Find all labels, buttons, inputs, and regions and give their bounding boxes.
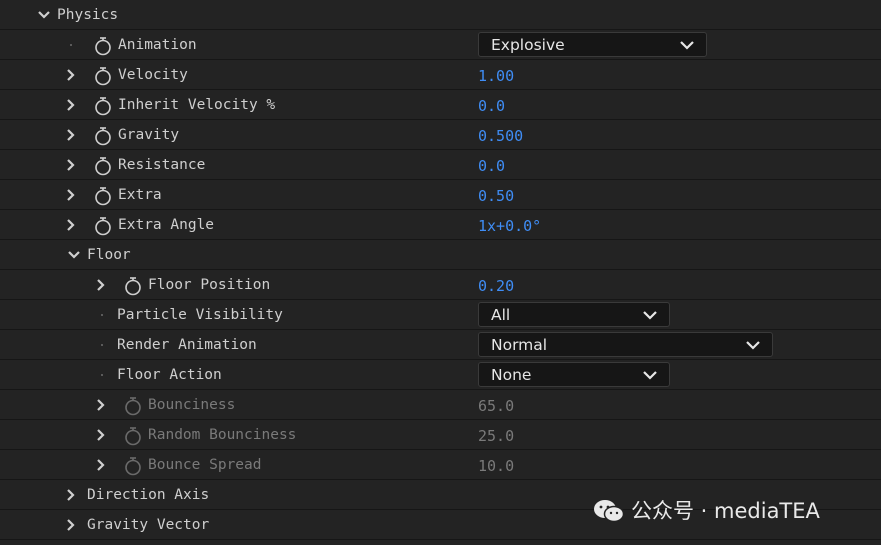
floor-position-value[interactable]: 0.20 [478,276,514,296]
stopwatch-icon[interactable] [94,156,112,176]
bounce-spread-row: Bounce Spread 10.0 [0,450,881,480]
gravity-value[interactable]: 0.500 [478,126,523,146]
render-animation-row: Render Animation Normal [0,330,881,360]
particle-visibility-dropdown-value: All [491,306,511,324]
chevron-down-icon[interactable] [37,8,51,22]
floor-action-row: Floor Action None [0,360,881,390]
render-animation-dropdown[interactable]: Normal [478,332,773,357]
chevron-right-icon[interactable] [64,158,78,172]
animation-dropdown-value: Explosive [491,36,565,54]
chevron-right-icon[interactable] [64,128,78,142]
bounciness-row: Bounciness 65.0 [0,390,881,420]
direction-axis-label: Direction Axis [87,487,210,503]
stopwatch-icon[interactable] [94,216,112,236]
inherit-velocity-row: Inherit Velocity % 0.0 [0,90,881,120]
floor-action-dropdown[interactable]: None [478,362,670,387]
gravity-row: Gravity 0.500 [0,120,881,150]
particle-visibility-dropdown[interactable]: All [478,302,670,327]
stopwatch-icon[interactable] [124,276,142,296]
stopwatch-icon[interactable] [94,96,112,116]
wechat-icon [594,500,625,523]
bounce-spread-value: 10.0 [478,457,515,475]
chevron-right-icon[interactable] [64,518,78,532]
chevron-right-icon[interactable] [64,488,78,502]
bounciness-label: Bounciness [148,397,236,413]
chevron-down-icon[interactable] [67,248,81,262]
physics-section-label: Physics [57,7,119,23]
chevron-right-icon[interactable] [64,68,78,82]
chevron-right-icon[interactable] [64,188,78,202]
chevron-right-icon[interactable] [94,398,108,412]
velocity-value[interactable]: 1.00 [478,66,514,86]
chevron-right-icon[interactable] [64,98,78,112]
floor-action-label: Floor Action [117,367,222,383]
random-bounciness-row: Random Bounciness 25.0 [0,420,881,450]
extra-angle-label: Extra Angle [118,217,215,233]
velocity-label: Velocity [118,67,188,83]
chevron-right-icon[interactable] [64,218,78,232]
chevron-down-icon [746,341,760,350]
floor-section-row[interactable]: Floor [0,240,881,270]
extra-angle-row: Extra Angle 1x+0.0° [0,210,881,240]
velocity-row: Velocity 1.00 [0,60,881,90]
physics-section-row[interactable]: Physics [0,0,881,30]
extra-value[interactable]: 0.50 [478,186,514,206]
resistance-value[interactable]: 0.0 [478,156,505,176]
particle-visibility-row: Particle Visibility All [0,300,881,330]
chevron-right-icon[interactable] [94,278,108,292]
stopwatch-icon[interactable] [94,36,112,56]
watermark-text: 公众号 · mediaTEA [631,499,820,523]
render-animation-dropdown-value: Normal [491,336,548,354]
effect-controls-panel: Physics Animation Explosive Velocity 1.0… [0,0,881,545]
chevron-down-icon [643,371,657,380]
render-animation-label: Render Animation [117,337,257,353]
inherit-velocity-label: Inherit Velocity % [118,97,276,113]
floor-section-label: Floor [87,247,131,263]
bounciness-value: 65.0 [478,397,515,415]
extra-label: Extra [118,187,162,203]
bullet-dot [70,44,72,46]
floor-action-dropdown-value: None [491,366,532,384]
extra-row: Extra 0.50 [0,180,881,210]
chevron-down-icon [643,311,657,320]
floor-position-row: Floor Position 0.20 [0,270,881,300]
animation-label: Animation [118,37,197,53]
stopwatch-icon[interactable] [94,66,112,86]
gravity-label: Gravity [118,127,180,143]
inherit-velocity-value[interactable]: 0.0 [478,96,505,116]
resistance-label: Resistance [118,157,206,173]
stopwatch-icon [124,396,142,416]
bullet-dot [101,344,103,346]
bullet-dot [101,374,103,376]
chevron-down-icon [680,41,694,50]
floor-position-label: Floor Position [148,277,271,293]
extra-angle-value[interactable]: 1x+0.0° [478,216,541,236]
particle-visibility-label: Particle Visibility [117,307,283,323]
random-bounciness-label: Random Bounciness [148,427,297,443]
stopwatch-icon [124,426,142,446]
animation-dropdown[interactable]: Explosive [478,32,707,57]
random-bounciness-value: 25.0 [478,427,515,445]
animation-row: Animation Explosive [0,30,881,60]
chevron-right-icon[interactable] [94,428,108,442]
stopwatch-icon[interactable] [94,186,112,206]
resistance-row: Resistance 0.0 [0,150,881,180]
bounce-spread-label: Bounce Spread [148,457,262,473]
gravity-vector-label: Gravity Vector [87,517,210,533]
chevron-right-icon[interactable] [94,458,108,472]
stopwatch-icon [124,456,142,476]
stopwatch-icon[interactable] [94,126,112,146]
bullet-dot [101,314,103,316]
